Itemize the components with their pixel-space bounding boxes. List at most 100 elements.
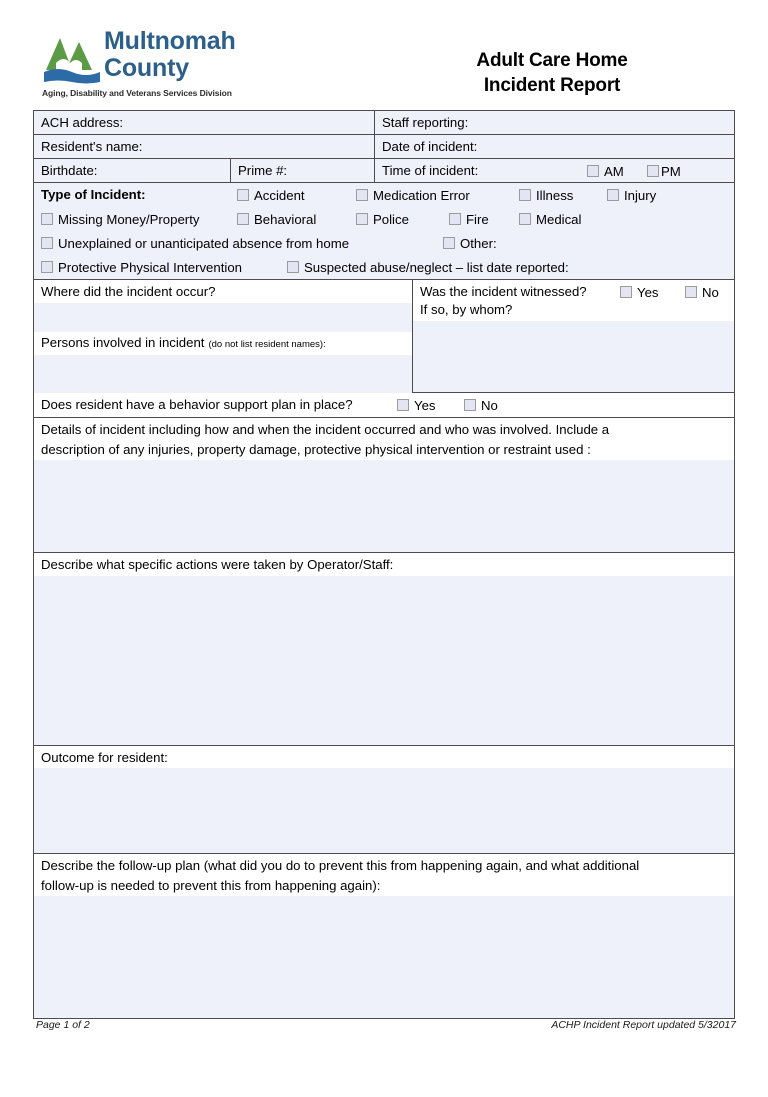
label-date-of-incident: Date of incident: bbox=[382, 139, 478, 154]
label-behavior-plan-yes: Yes bbox=[414, 398, 436, 413]
checkbox-other[interactable] bbox=[443, 237, 455, 249]
label-persons-involved: Persons involved in incident (do not list… bbox=[34, 331, 412, 355]
checkbox-witnessed-yes-group[interactable]: Yes bbox=[620, 284, 659, 302]
label-behavior-plan: Does resident have a behavior support pl… bbox=[41, 397, 353, 412]
label-am: AM bbox=[604, 164, 624, 179]
label-staff-reporting: Staff reporting: bbox=[382, 115, 469, 130]
page-title: Adult Care Home Incident Report bbox=[372, 48, 732, 98]
checkbox-illness[interactable] bbox=[519, 189, 531, 201]
checkbox-fire-group[interactable]: Fire bbox=[449, 211, 489, 228]
form-row-incident-type-4: Protective Physical Intervention Suspect… bbox=[34, 255, 734, 280]
label-medication-error: Medication Error bbox=[373, 188, 470, 203]
witnessed-fill[interactable] bbox=[413, 320, 734, 391]
checkbox-behavior-plan-yes[interactable] bbox=[397, 399, 409, 411]
document-header: Multnomah County Aging, Disability and V… bbox=[36, 28, 732, 112]
checkbox-injury[interactable] bbox=[607, 189, 619, 201]
label-followup-line-2: follow-up is needed to prevent this from… bbox=[34, 876, 734, 896]
checkbox-am[interactable] bbox=[587, 165, 599, 177]
checkbox-illness-group[interactable]: Illness bbox=[519, 187, 573, 204]
checkbox-witnessed-no[interactable] bbox=[685, 286, 697, 298]
persons-involved-fill[interactable] bbox=[34, 355, 412, 398]
label-medical: Medical bbox=[536, 212, 582, 227]
field-prime-number[interactable]: Prime #: bbox=[230, 159, 374, 182]
field-where-occurred[interactable]: Where did the incident occur? Persons in… bbox=[34, 280, 412, 398]
field-ach-address[interactable]: ACH address: bbox=[34, 111, 374, 134]
document-footer: Page 1 of 2 ACHP Incident Report updated… bbox=[36, 1019, 736, 1031]
checkbox-behavioral[interactable] bbox=[237, 213, 249, 225]
field-witnessed[interactable]: Was the incident witnessed? Yes No If so… bbox=[412, 280, 734, 392]
title-line-1: Adult Care Home bbox=[476, 50, 628, 71]
checkbox-medical[interactable] bbox=[519, 213, 531, 225]
label-witnessed-yes: Yes bbox=[637, 285, 659, 300]
checkbox-suspected-abuse-group[interactable]: Suspected abuse/neglect – list date repo… bbox=[287, 259, 569, 276]
label-behavioral: Behavioral bbox=[254, 212, 317, 227]
checkbox-other-group[interactable]: Other: bbox=[443, 235, 497, 252]
form-row-incident-type-3: Unexplained or unanticipated absence fro… bbox=[34, 231, 734, 255]
field-birthdate[interactable]: Birthdate: bbox=[34, 159, 230, 182]
field-behavior-plan: Does resident have a behavior support pl… bbox=[34, 393, 734, 417]
checkbox-missing-money[interactable] bbox=[41, 213, 53, 225]
checkbox-missing-money-group[interactable]: Missing Money/Property bbox=[41, 211, 199, 228]
field-staff-reporting[interactable]: Staff reporting: bbox=[374, 111, 734, 134]
form-row-incident-type-2: Missing Money/Property Behavioral Police… bbox=[34, 207, 734, 231]
county-logo: Multnomah County Aging, Disability and V… bbox=[42, 28, 272, 112]
field-followup[interactable]: Describe the follow-up plan (what did yo… bbox=[34, 854, 734, 1018]
persons-involved-text: Persons involved in incident bbox=[41, 334, 205, 350]
details-fill[interactable] bbox=[34, 460, 734, 552]
field-time-of-incident[interactable]: Time of incident: AM PM bbox=[374, 159, 734, 182]
page-number: Page 1 of 2 bbox=[36, 1019, 90, 1031]
label-followup-line-1: Describe the follow-up plan (what did yo… bbox=[34, 854, 734, 877]
checkbox-accident-group[interactable]: Accident bbox=[237, 187, 305, 204]
field-resident-name[interactable]: Resident's name: bbox=[34, 135, 374, 158]
actions-fill[interactable] bbox=[34, 575, 734, 745]
checkbox-injury-group[interactable]: Injury bbox=[607, 187, 656, 204]
form-row-location-witness: Where did the incident occur? Persons in… bbox=[34, 280, 734, 398]
checkbox-medication-error[interactable] bbox=[356, 189, 368, 201]
checkbox-behavior-plan-no[interactable] bbox=[464, 399, 476, 411]
checkbox-protective-intervention[interactable] bbox=[41, 261, 53, 273]
followup-fill[interactable] bbox=[34, 896, 734, 1018]
field-date-of-incident[interactable]: Date of incident: bbox=[374, 135, 734, 158]
incident-type-row-4: Protective Physical Intervention Suspect… bbox=[34, 255, 734, 279]
label-fire: Fire bbox=[466, 212, 489, 227]
checkbox-am-group[interactable]: AM bbox=[587, 163, 624, 180]
field-details[interactable]: Details of incident including how and wh… bbox=[34, 418, 734, 552]
checkbox-behavioral-group[interactable]: Behavioral bbox=[237, 211, 316, 228]
form-row-birthdate: Birthdate: Prime #: Time of incident: AM… bbox=[34, 159, 734, 183]
label-protective-intervention: Protective Physical Intervention bbox=[58, 260, 242, 275]
checkbox-protective-intervention-group[interactable]: Protective Physical Intervention bbox=[41, 259, 242, 276]
label-illness: Illness bbox=[536, 188, 574, 203]
label-by-whom: If so, by whom? bbox=[413, 301, 734, 321]
checkbox-accident[interactable] bbox=[237, 189, 249, 201]
checkbox-behavior-plan-no-group[interactable]: No bbox=[464, 397, 498, 414]
checkbox-pm-group[interactable]: PM bbox=[647, 163, 681, 180]
county-wordmark: Multnomah County bbox=[104, 28, 236, 82]
where-occurred-fill[interactable] bbox=[34, 302, 412, 332]
label-actions: Describe what specific actions were take… bbox=[34, 553, 734, 576]
division-tagline: Aging, Disability and Veterans Services … bbox=[42, 88, 232, 98]
label-outcome: Outcome for resident: bbox=[34, 745, 734, 768]
checkbox-unexplained-absence[interactable] bbox=[41, 237, 53, 249]
form-row-followup: Describe the follow-up plan (what did yo… bbox=[34, 854, 734, 1018]
persons-involved-note: (do not list resident names): bbox=[208, 338, 326, 350]
form-row-incident-type-1: Type of Incident: Accident Medication Er… bbox=[34, 183, 734, 207]
checkbox-police[interactable] bbox=[356, 213, 368, 225]
checkbox-behavior-plan-yes-group[interactable]: Yes bbox=[397, 397, 436, 414]
checkbox-unexplained-absence-group[interactable]: Unexplained or unanticipated absence fro… bbox=[41, 235, 349, 252]
form-row-behavior-plan: Does resident have a behavior support pl… bbox=[34, 393, 734, 418]
document-page: Multnomah County Aging, Disability and V… bbox=[0, 0, 768, 1097]
incident-type-row-3: Unexplained or unanticipated absence fro… bbox=[34, 231, 734, 255]
logo-line-1: Multnomah bbox=[104, 27, 236, 55]
checkbox-suspected-abuse[interactable] bbox=[287, 261, 299, 273]
field-actions[interactable]: Describe what specific actions were take… bbox=[34, 553, 734, 745]
outcome-fill[interactable] bbox=[34, 768, 734, 853]
checkbox-witnessed-yes[interactable] bbox=[620, 286, 632, 298]
checkbox-medication-error-group[interactable]: Medication Error bbox=[356, 187, 470, 204]
checkbox-medical-group[interactable]: Medical bbox=[519, 211, 581, 228]
checkbox-pm[interactable] bbox=[647, 165, 659, 177]
checkbox-witnessed-no-group[interactable]: No bbox=[685, 284, 719, 302]
form-row-details: Details of incident including how and wh… bbox=[34, 418, 734, 553]
field-outcome[interactable]: Outcome for resident: bbox=[34, 745, 734, 853]
checkbox-police-group[interactable]: Police bbox=[356, 211, 409, 228]
checkbox-fire[interactable] bbox=[449, 213, 461, 225]
